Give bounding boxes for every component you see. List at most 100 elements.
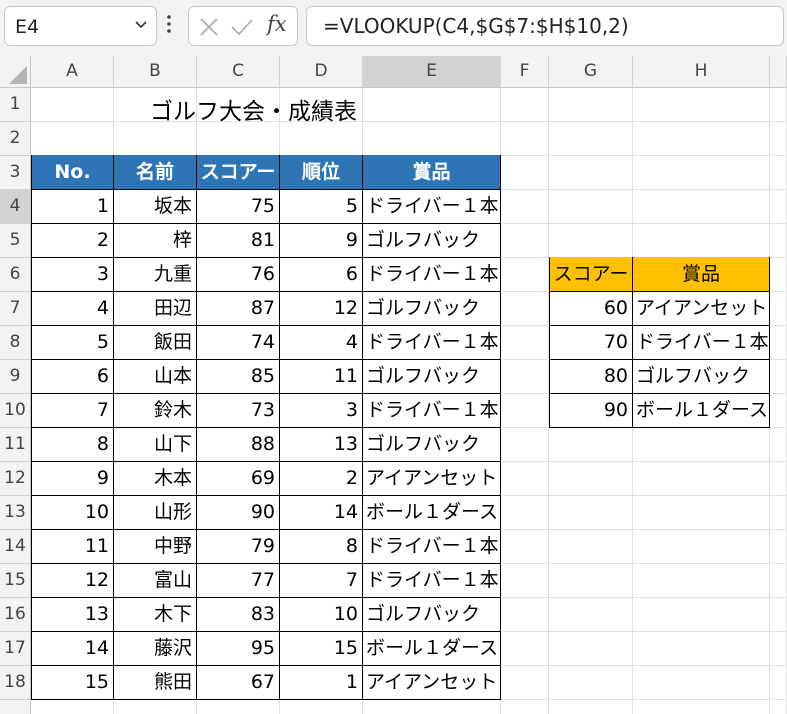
grid-cell[interactable] <box>501 564 549 598</box>
main-table-cell[interactable]: 田辺 <box>114 292 197 326</box>
main-table-cell[interactable]: 2 <box>280 462 363 496</box>
main-table-cell[interactable]: 12 <box>280 292 363 326</box>
row-header-15[interactable]: 15 <box>0 564 31 598</box>
lookup-table-cell[interactable]: 90 <box>549 394 633 428</box>
grid-cell[interactable] <box>633 190 770 224</box>
grid-cell[interactable] <box>501 496 549 530</box>
main-table-cell[interactable]: 山下 <box>114 428 197 462</box>
grid-cell[interactable] <box>770 326 787 360</box>
row-header-11[interactable]: 11 <box>0 428 31 462</box>
grid-cell[interactable] <box>363 122 501 156</box>
main-table-cell[interactable]: アイアンセット <box>363 462 501 496</box>
row-header-19[interactable] <box>0 700 31 714</box>
column-header-b[interactable]: B <box>114 56 197 88</box>
row-header-7[interactable]: 7 <box>0 292 31 326</box>
grid-cell[interactable] <box>501 122 549 156</box>
lookup-table-header[interactable]: スコアー <box>549 257 633 292</box>
column-header-f[interactable]: F <box>501 56 549 88</box>
column-header-g[interactable]: G <box>549 56 633 88</box>
grid-cell[interactable] <box>633 496 770 530</box>
grid-cell[interactable] <box>633 156 770 190</box>
main-table-cell[interactable]: 76 <box>197 258 280 292</box>
grid-cell[interactable] <box>501 156 549 190</box>
grid-cell[interactable] <box>633 428 770 462</box>
grid-cell[interactable] <box>501 360 549 394</box>
grid-cell[interactable] <box>770 122 787 156</box>
main-table-cell[interactable]: 67 <box>197 666 280 700</box>
grid-cell[interactable] <box>549 88 633 122</box>
grid-cell[interactable] <box>549 632 633 666</box>
grid-cell[interactable] <box>549 190 633 224</box>
grid-cell[interactable] <box>501 88 549 122</box>
grid-cell[interactable] <box>770 258 787 292</box>
grid-cell[interactable] <box>549 666 633 700</box>
main-table-cell[interactable]: 2 <box>31 224 114 258</box>
grid-cell[interactable] <box>31 700 114 714</box>
grid-cell[interactable] <box>197 700 280 714</box>
main-table-cell[interactable]: 13 <box>31 598 114 632</box>
main-table-cell[interactable]: 81 <box>197 224 280 258</box>
grid-cell[interactable] <box>280 700 363 714</box>
main-table-cell[interactable]: 山本 <box>114 360 197 394</box>
main-table-cell[interactable]: 13 <box>280 428 363 462</box>
main-table-cell[interactable]: 69 <box>197 462 280 496</box>
lookup-table-cell[interactable]: 80 <box>549 360 633 394</box>
main-table-cell[interactable]: 10 <box>31 496 114 530</box>
row-header-6[interactable]: 6 <box>0 258 31 292</box>
main-table-cell[interactable]: 梓 <box>114 224 197 258</box>
main-table-cell[interactable]: 10 <box>280 598 363 632</box>
grid-cell[interactable] <box>363 88 501 122</box>
main-table-cell[interactable]: 11 <box>31 530 114 564</box>
grid-cell[interactable] <box>770 598 787 632</box>
column-header-i[interactable] <box>770 56 787 88</box>
row-header-5[interactable]: 5 <box>0 224 31 258</box>
grid-cell[interactable] <box>363 700 501 714</box>
main-table-cell[interactable]: 4 <box>280 326 363 360</box>
grid-cell[interactable] <box>633 88 770 122</box>
main-table-cell[interactable]: ゴルフバック <box>363 224 501 258</box>
main-table-cell[interactable]: 7 <box>280 564 363 598</box>
main-table-cell[interactable]: 9 <box>280 224 363 258</box>
cancel-icon[interactable] <box>199 17 219 37</box>
grid-cell[interactable] <box>501 224 549 258</box>
grid-cell[interactable] <box>549 224 633 258</box>
grid-cell[interactable] <box>549 496 633 530</box>
main-table-cell[interactable]: 7 <box>31 394 114 428</box>
main-table-cell[interactable]: 11 <box>280 360 363 394</box>
grid-cell[interactable] <box>770 496 787 530</box>
main-table-cell[interactable]: 88 <box>197 428 280 462</box>
grid-cell[interactable] <box>501 666 549 700</box>
main-table-cell[interactable]: 木下 <box>114 598 197 632</box>
main-table-cell[interactable]: ドライバー１本 <box>363 530 501 564</box>
main-table-cell[interactable]: ゴルフバック <box>363 598 501 632</box>
grid-cell[interactable] <box>501 190 549 224</box>
row-header-18[interactable]: 18 <box>0 666 31 700</box>
row-header-16[interactable]: 16 <box>0 598 31 632</box>
grid-cell[interactable] <box>501 598 549 632</box>
grid-cell[interactable] <box>197 122 280 156</box>
main-table-cell[interactable]: ドライバー１本 <box>363 394 501 428</box>
main-table-cell[interactable]: 85 <box>197 360 280 394</box>
main-table-cell[interactable]: 15 <box>31 666 114 700</box>
main-table-cell[interactable]: 8 <box>280 530 363 564</box>
grid-cell[interactable] <box>31 88 114 122</box>
main-table-cell[interactable]: ドライバー１本 <box>363 190 501 224</box>
grid-cell[interactable] <box>770 666 787 700</box>
main-table-cell[interactable]: 5 <box>31 326 114 360</box>
grid-cell[interactable] <box>633 564 770 598</box>
grid-cell[interactable] <box>549 530 633 564</box>
main-table-cell[interactable]: 79 <box>197 530 280 564</box>
chevron-down-icon[interactable] <box>134 17 148 31</box>
main-table-header[interactable]: 名前 <box>114 155 197 190</box>
main-table-cell[interactable]: 14 <box>280 496 363 530</box>
main-table-cell[interactable]: 4 <box>31 292 114 326</box>
column-header-h[interactable]: H <box>633 56 770 88</box>
grid-cell[interactable] <box>633 122 770 156</box>
grid-cell[interactable] <box>770 700 787 714</box>
row-header-13[interactable]: 13 <box>0 496 31 530</box>
lookup-table-cell[interactable]: ドライバー１本 <box>633 326 770 360</box>
row-header-8[interactable]: 8 <box>0 326 31 360</box>
grid-cell[interactable] <box>633 700 770 714</box>
column-header-a[interactable]: A <box>31 56 114 88</box>
grid-cell[interactable] <box>501 632 549 666</box>
